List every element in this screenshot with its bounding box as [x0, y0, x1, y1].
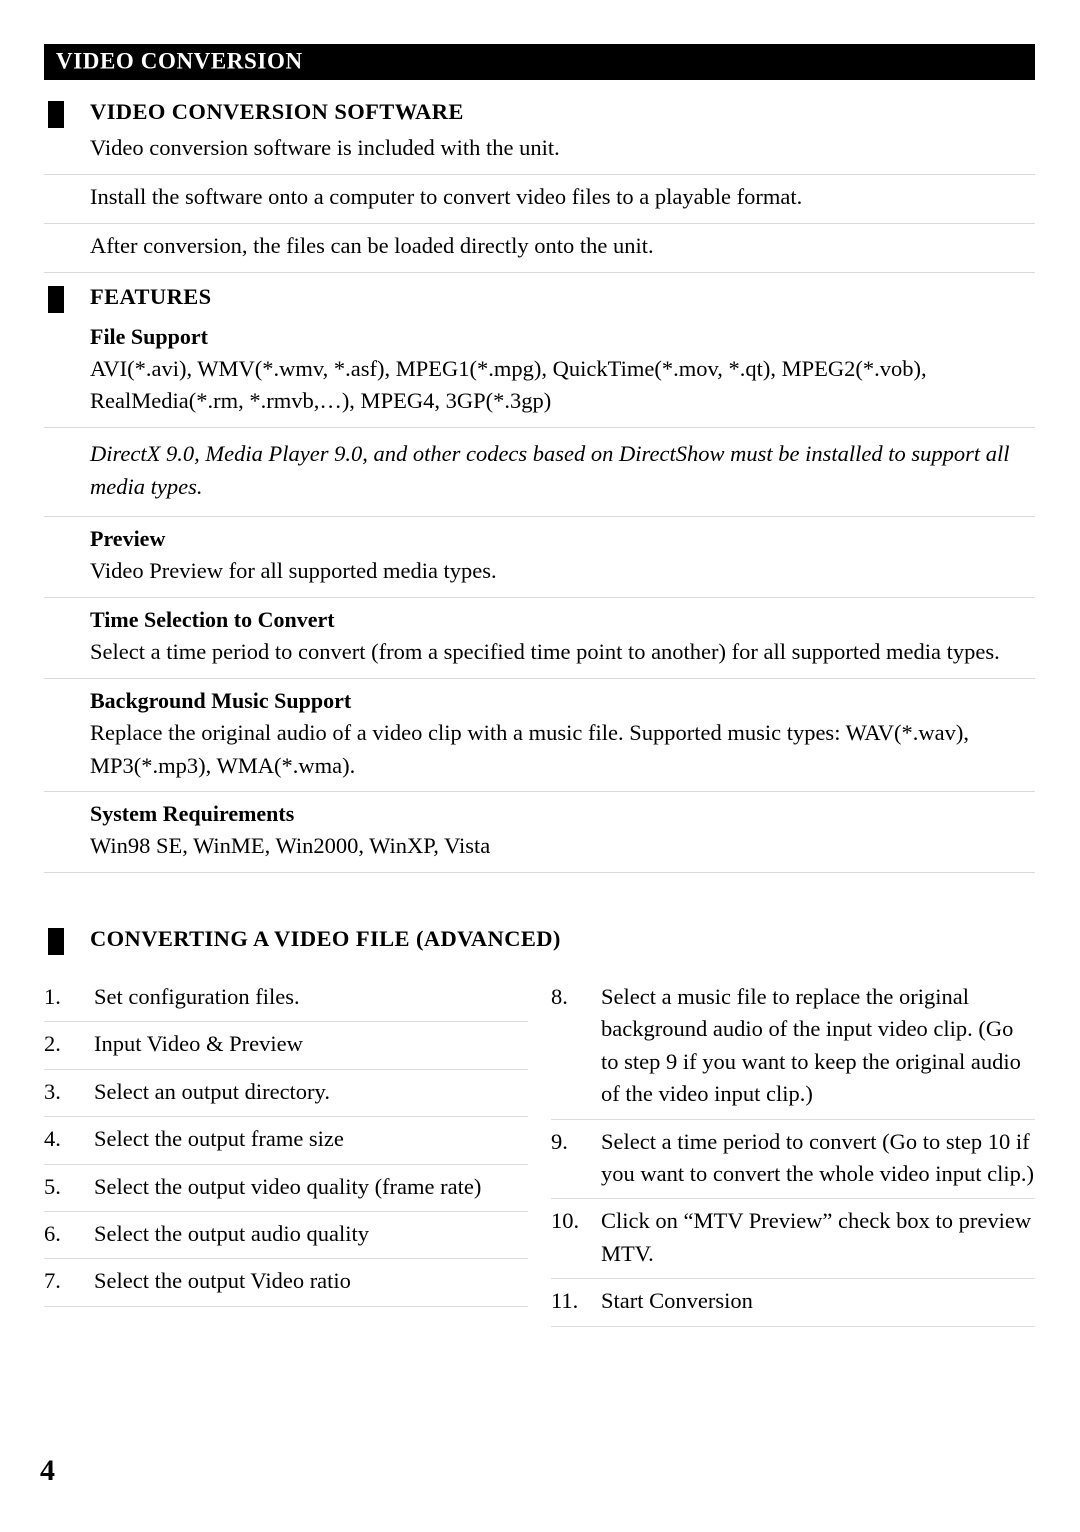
step-item: 1. Set configuration files.: [44, 975, 528, 1021]
subsection-body: AVI(*.avi), WMV(*.wmv, *.asf), MPEG1(*.m…: [90, 355, 927, 414]
section-heading-video-conversion-software: VIDEO CONVERSION SOFTWARE: [44, 88, 1035, 130]
subsection-title-time-selection-to-convert: Time Selection to Convert: [90, 606, 335, 632]
page-content: VIDEO CONVERSION SOFTWARE Video conversi…: [44, 88, 1035, 957]
step-text: Select an output directory.: [94, 1078, 330, 1104]
step-text: Select a music file to replace the origi…: [601, 984, 1021, 1107]
step-text: Input Video & Preview: [94, 1031, 303, 1057]
step-number: 9.: [551, 1128, 568, 1154]
subsection-body: Video Preview for all supported media ty…: [90, 557, 497, 583]
step-number: 5.: [44, 1173, 61, 1199]
step-number: 8.: [551, 984, 568, 1009]
step-text: Select the output audio quality: [94, 1220, 369, 1246]
square-bullet-icon: [48, 101, 64, 128]
step-item: 7. Select the output Video ratio: [44, 1259, 528, 1305]
section-heading-features: FEATURES: [44, 273, 1035, 315]
step-item: 11. Start Conversion: [551, 1279, 1035, 1325]
step-text: Select the output frame size: [94, 1126, 344, 1152]
procedure-steps: 1. Set configuration files. 2. Input Vid…: [44, 975, 1035, 1327]
step-number: 11.: [551, 1288, 579, 1314]
step-text: Select the output video quality (frame r…: [94, 1173, 482, 1199]
step-number: 7.: [44, 1268, 61, 1294]
divider: [44, 1305, 528, 1307]
step-text: Select a time period to convert (Go to s…: [601, 1128, 1035, 1186]
step-number: 10.: [551, 1208, 580, 1234]
subsection-body: Replace the original audio of a video cl…: [90, 719, 969, 778]
subsection-title-system-requirements: System Requirements: [90, 801, 295, 827]
italic-note-directx: DirectX 9.0, Media Player 9.0, and other…: [90, 441, 1010, 500]
running-head-bar: VIDEO CONVERSION: [44, 44, 1035, 80]
step-item: 3. Select an output directory.: [44, 1070, 528, 1116]
subsection-body: Select a time period to convert (from a …: [90, 638, 1000, 664]
step-item: 4. Select the output frame size: [44, 1117, 528, 1163]
step-number: 4.: [44, 1126, 61, 1152]
section-heading-label: VIDEO CONVERSION SOFTWARE: [90, 99, 464, 124]
steps-right-column: 8. Select a music file to replace the or…: [551, 975, 1035, 1327]
step-number: 1.: [44, 984, 61, 1009]
step-item: 9. Select a time period to convert (Go t…: [551, 1120, 1035, 1199]
running-head-title: VIDEO CONVERSION: [56, 48, 303, 74]
step-item: 8. Select a music file to replace the or…: [551, 975, 1035, 1119]
paragraph: Video conversion software is included wi…: [90, 135, 560, 160]
step-number: 2.: [44, 1031, 61, 1057]
subsection-title-background-music-support: Background Music Support: [90, 687, 352, 713]
step-text: Click on “MTV Preview” check box to prev…: [601, 1208, 1032, 1266]
section-heading-label: CONVERTING A VIDEO FILE (ADVANCED): [90, 926, 561, 952]
paragraph: After conversion, the files can be loade…: [90, 232, 654, 258]
step-number: 6.: [44, 1220, 61, 1246]
step-number: 3.: [44, 1078, 61, 1104]
step-item: 10. Click on “MTV Preview” check box to …: [551, 1199, 1035, 1278]
step-text: Select the output Video ratio: [94, 1268, 351, 1294]
square-bullet-icon: [48, 285, 64, 313]
steps-left-column: 1. Set configuration files. 2. Input Vid…: [44, 975, 528, 1327]
document-page: VIDEO CONVERSION VIDEO CONVERSION SOFTWA…: [0, 0, 1080, 1532]
subsection-title-preview: Preview: [90, 525, 166, 551]
section-heading-label: FEATURES: [90, 283, 212, 309]
divider: [551, 1325, 1035, 1327]
step-item: 2. Input Video & Preview: [44, 1022, 528, 1068]
step-text: Start Conversion: [601, 1288, 753, 1314]
paragraph: Install the software onto a computer to …: [90, 183, 803, 209]
square-bullet-icon: [48, 928, 64, 956]
step-item: 6. Select the output audio quality: [44, 1212, 528, 1258]
subsection-title-file-support: File Support: [90, 323, 208, 349]
subsection-body: Win98 SE, WinME, Win2000, WinXP, Vista: [90, 833, 491, 859]
section-heading-converting-a-video-file-advanced: CONVERTING A VIDEO FILE (ADVANCED): [44, 915, 1035, 957]
step-text: Set configuration files.: [94, 984, 300, 1009]
page-number: 4: [40, 1454, 55, 1487]
step-item: 5. Select the output video quality (fram…: [44, 1165, 528, 1211]
